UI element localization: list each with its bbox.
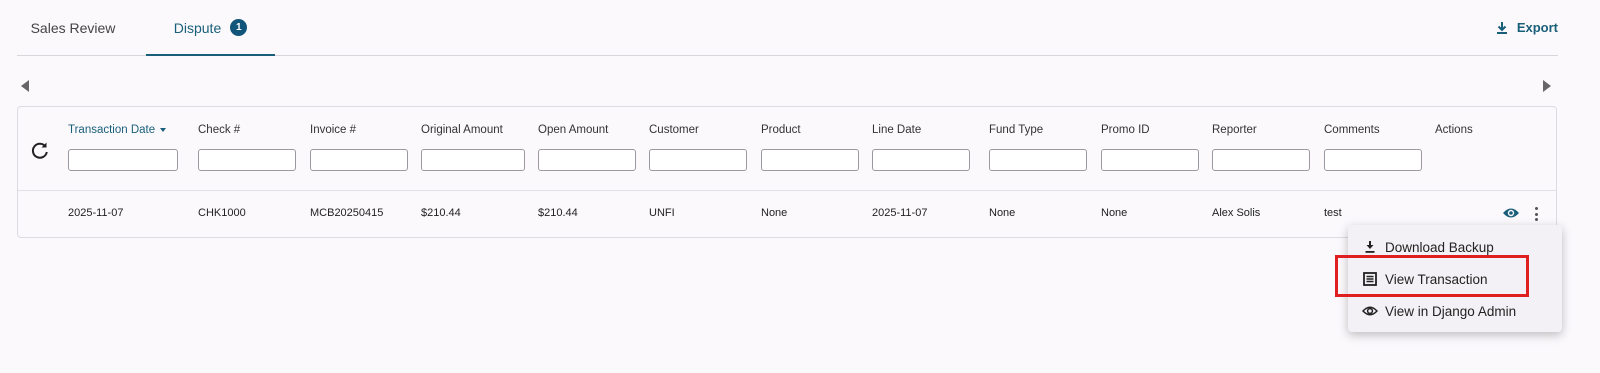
menu-item-label: View Transaction: [1385, 271, 1488, 287]
column-header-promo-id[interactable]: Promo ID: [1101, 124, 1150, 136]
filter-promo-id-input[interactable]: [1101, 149, 1199, 171]
document-icon: [1362, 271, 1378, 287]
eye-icon: [1362, 303, 1378, 319]
cell-promo-id: None: [1101, 207, 1128, 219]
tab-bar: Sales Review Dispute 1 Export: [17, 0, 1558, 56]
column-header-actions: Actions: [1435, 124, 1473, 136]
filter-original-amount-input[interactable]: [421, 149, 525, 171]
cell-product: None: [761, 207, 788, 219]
dispute-count-badge: 1: [230, 19, 248, 36]
tab-sales-review[interactable]: Sales Review: [17, 0, 129, 55]
filter-product-input[interactable]: [761, 149, 859, 171]
sort-desc-icon: [160, 127, 167, 132]
cell-check: CHK1000: [198, 207, 246, 219]
filter-open-amount-input[interactable]: [538, 149, 636, 171]
cell-invoice: MCB20250415: [310, 207, 384, 219]
column-header-check[interactable]: Check #: [198, 124, 240, 136]
menu-item-view-django-admin[interactable]: View in Django Admin: [1348, 295, 1562, 327]
scroll-left-arrow-icon[interactable]: [21, 80, 29, 92]
menu-item-view-transaction[interactable]: View Transaction: [1348, 263, 1562, 295]
export-label: Export: [1516, 20, 1558, 35]
kebab-dot: [1534, 218, 1538, 221]
column-header-product[interactable]: Product: [761, 124, 801, 136]
row-actions-menu-button[interactable]: [1528, 205, 1544, 223]
table-header-row: Transaction Date Check # Invoice # Origi…: [18, 107, 1556, 191]
cell-line-date: 2025-11-07: [872, 207, 928, 219]
row-actions-dropdown: Download Backup View Transaction View in…: [1348, 225, 1562, 332]
cell-reporter: Alex Solis: [1212, 207, 1261, 219]
kebab-dot: [1534, 207, 1538, 210]
tab-sales-review-label: Sales Review: [30, 19, 116, 36]
table-row[interactable]: 2025-11-07 CHK1000 MCB20250415 $210.44 $…: [18, 191, 1556, 237]
scroll-right-arrow-icon[interactable]: [1543, 80, 1551, 92]
filter-line-date-input[interactable]: [872, 149, 970, 171]
view-eye-icon[interactable]: [1502, 206, 1520, 220]
column-header-customer[interactable]: Customer: [649, 124, 699, 136]
filter-check-input[interactable]: [198, 149, 296, 171]
column-header-line-date[interactable]: Line Date: [872, 124, 921, 136]
cell-fund-type: None: [989, 207, 1016, 219]
column-header-transaction-date[interactable]: Transaction Date: [68, 124, 167, 136]
column-header-open-amount[interactable]: Open Amount: [538, 124, 608, 136]
column-header-fund-type[interactable]: Fund Type: [989, 124, 1043, 136]
tab-dispute-label: Dispute: [173, 19, 222, 36]
column-header-reporter[interactable]: Reporter: [1212, 124, 1257, 136]
refresh-icon[interactable]: [30, 140, 50, 160]
filter-invoice-input[interactable]: [310, 149, 408, 171]
cell-customer: UNFI: [649, 207, 675, 219]
cell-comments: test: [1324, 207, 1342, 219]
transactions-table: Transaction Date Check # Invoice # Origi…: [17, 106, 1557, 238]
download-icon: [1496, 21, 1507, 34]
filter-fund-type-input[interactable]: [989, 149, 1087, 171]
cell-original-amount: $210.44: [421, 207, 461, 219]
menu-item-label: View in Django Admin: [1385, 303, 1517, 319]
export-button[interactable]: Export: [1495, 0, 1558, 55]
tab-dispute[interactable]: Dispute 1: [146, 0, 275, 56]
column-header-original-amount[interactable]: Original Amount: [421, 124, 503, 136]
filter-reporter-input[interactable]: [1212, 149, 1310, 171]
cell-transaction-date: 2025-11-07: [68, 207, 124, 219]
kebab-dot: [1534, 212, 1538, 216]
menu-item-label: Download Backup: [1385, 239, 1494, 255]
column-header-comments[interactable]: Comments: [1324, 124, 1380, 136]
column-header-invoice[interactable]: Invoice #: [310, 124, 356, 136]
filter-customer-input[interactable]: [649, 149, 747, 171]
filter-transaction-date-input[interactable]: [68, 149, 178, 171]
menu-item-download-backup[interactable]: Download Backup: [1348, 231, 1562, 263]
download-icon: [1362, 239, 1378, 255]
cell-open-amount: $210.44: [538, 207, 578, 219]
filter-comments-input[interactable]: [1324, 149, 1422, 171]
